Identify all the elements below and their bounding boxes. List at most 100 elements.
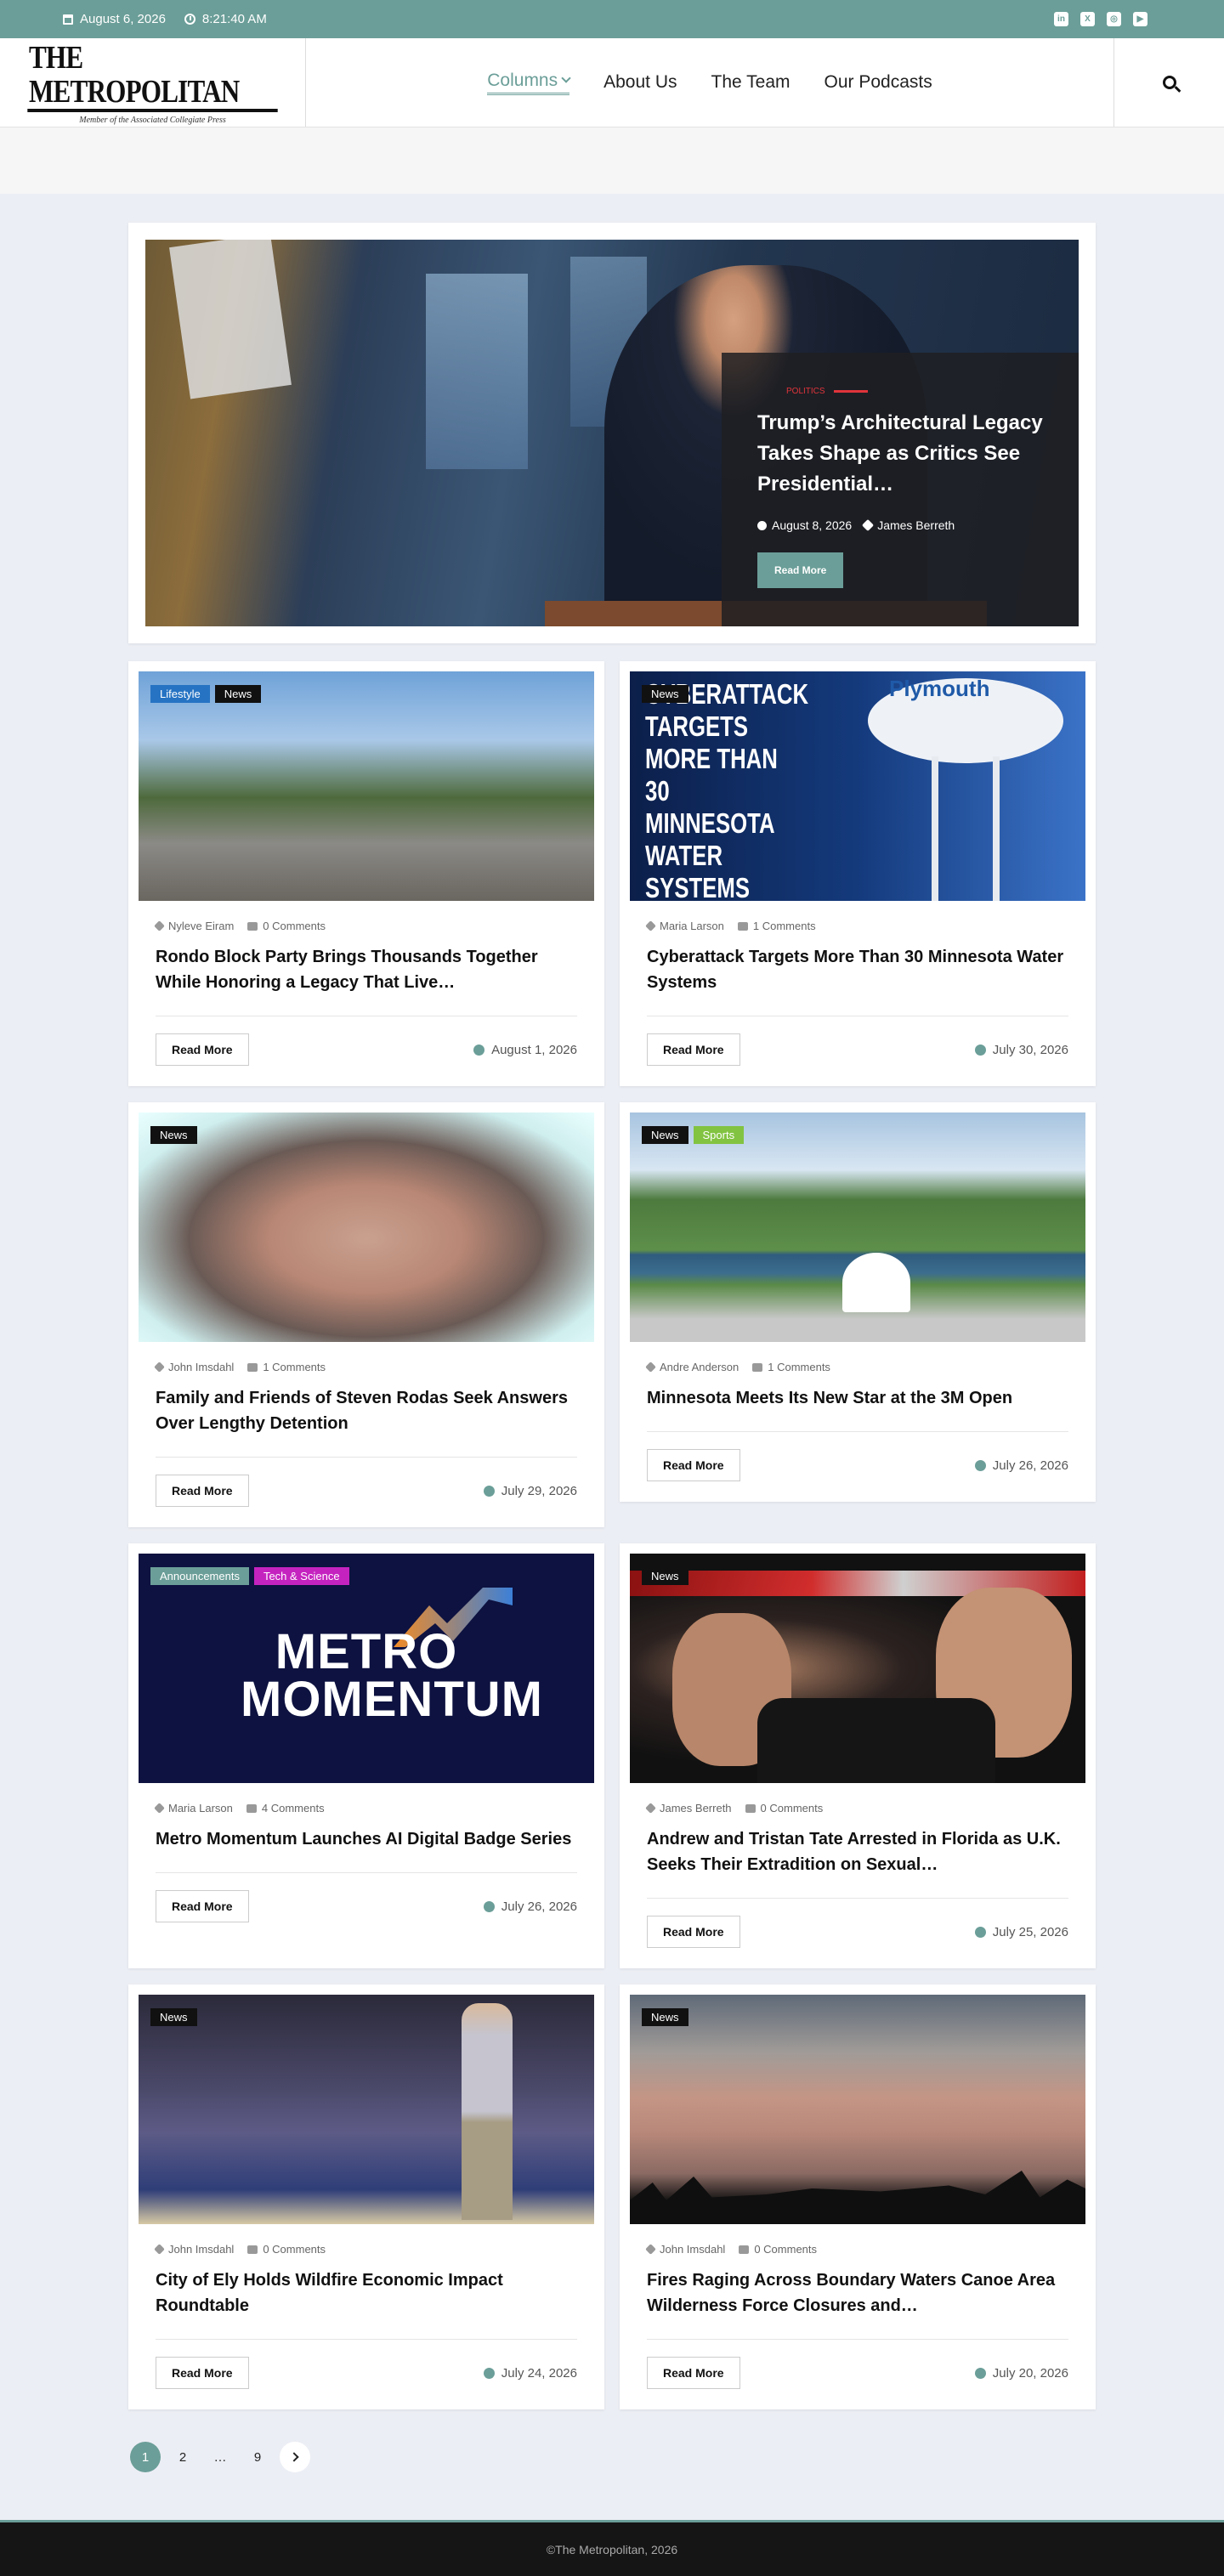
clock-icon <box>184 14 196 25</box>
logo-subtitle: Member of the Associated Collegiate Pres… <box>79 115 226 125</box>
post-comments[interactable]: 0 Comments <box>263 920 326 932</box>
category-badge[interactable]: News <box>150 2008 197 2026</box>
tag-icon <box>862 518 875 532</box>
post-author[interactable]: John Imsdahl <box>168 1361 234 1373</box>
comment-icon <box>745 1803 756 1813</box>
chevron-right-icon <box>288 2452 299 2462</box>
site-footer: ©The Metropolitan, 2026 <box>0 2520 1224 2576</box>
post-image[interactable]: News <box>630 1995 1085 2224</box>
post-card: Lifestyle News Nyleve Eiram 0 Comments Ro… <box>128 661 604 1086</box>
post-image[interactable]: Lifestyle News <box>139 671 594 901</box>
post-title[interactable]: Cyberattack Targets More Than 30 Minneso… <box>647 944 1068 995</box>
nav-columns[interactable]: Columns <box>487 71 571 95</box>
read-more-button[interactable]: Read More <box>647 1916 740 1948</box>
post-comments[interactable]: 4 Comments <box>262 1802 325 1815</box>
tag-icon <box>645 2244 656 2255</box>
post-title[interactable]: Fires Raging Across Boundary Waters Cano… <box>647 2267 1068 2318</box>
nav-about-us[interactable]: About Us <box>604 72 677 93</box>
post-comments[interactable]: 0 Comments <box>754 2243 817 2256</box>
page-link[interactable]: 2 <box>167 2442 198 2472</box>
post-image[interactable]: METRO MOMENTUM Announcements Tech & Scienc… <box>139 1554 594 1783</box>
post-title[interactable]: Minnesota Meets Its New Star at the 3M O… <box>647 1385 1068 1411</box>
post-image[interactable]: News <box>139 1112 594 1342</box>
post-comments[interactable]: 0 Comments <box>263 2243 326 2256</box>
next-page-button[interactable] <box>280 2442 310 2472</box>
post-meta: James Berreth 0 Comments <box>645 1802 1068 1815</box>
post-image[interactable]: News <box>139 1995 594 2224</box>
comment-icon <box>247 1362 258 1372</box>
logo-title: THE METROPOLITAN <box>27 41 278 112</box>
category-badge[interactable]: News <box>214 685 262 703</box>
read-more-button[interactable]: Read More <box>156 2357 249 2389</box>
category-badge[interactable]: News <box>642 2008 688 2026</box>
post-card: News Sports Andre Anderson 1 Comments Min… <box>620 1102 1096 1502</box>
featured-author[interactable]: James Berreth <box>877 518 955 532</box>
post-author[interactable]: James Berreth <box>660 1802 732 1815</box>
post-author[interactable]: Maria Larson <box>168 1802 233 1815</box>
featured-image[interactable]: POLITICS Trump’s Architectural Legacy Ta… <box>145 240 1079 626</box>
post-title[interactable]: Andrew and Tristan Tate Arrested in Flor… <box>647 1826 1068 1877</box>
tag-icon <box>154 920 165 931</box>
nav-our-podcasts[interactable]: Our Podcasts <box>824 72 932 93</box>
linkedin-icon[interactable]: in <box>1054 12 1068 26</box>
post-meta: John Imsdahl 1 Comments <box>154 1361 577 1373</box>
site-logo[interactable]: THE METROPOLITAN Member of the Associate… <box>0 38 306 127</box>
post-meta: Maria Larson 4 Comments <box>154 1802 577 1815</box>
post-card: METRO MOMENTUM Announcements Tech & Scienc… <box>128 1543 604 1968</box>
post-title[interactable]: Family and Friends of Steven Rodas Seek … <box>156 1385 577 1436</box>
post-comments[interactable]: 0 Comments <box>761 1802 824 1815</box>
post-author[interactable]: Maria Larson <box>660 920 724 932</box>
post-title[interactable]: City of Ely Holds Wildfire Economic Impa… <box>156 2267 577 2318</box>
category-badge[interactable]: News <box>642 685 688 703</box>
category-badge[interactable]: News <box>642 1567 688 1585</box>
site-header: THE METROPOLITAN Member of the Associate… <box>0 38 1224 127</box>
x-icon[interactable]: X <box>1080 12 1095 26</box>
tag-icon <box>154 2244 165 2255</box>
read-more-button[interactable]: Read More <box>156 1475 249 1507</box>
post-author[interactable]: John Imsdahl <box>168 2243 234 2256</box>
featured-read-more-button[interactable]: Read More <box>757 552 844 588</box>
post-image[interactable]: News Sports <box>630 1112 1085 1342</box>
post-date: August 1, 2026 <box>473 1043 577 1057</box>
post-meta: Andre Anderson 1 Comments <box>645 1361 1068 1373</box>
category-badge[interactable]: News <box>642 1126 688 1144</box>
category-badges: Lifestyle News <box>150 685 262 703</box>
post-title[interactable]: Metro Momentum Launches AI Digital Badge… <box>156 1826 577 1852</box>
instagram-icon[interactable]: ◎ <box>1107 12 1121 26</box>
post-author[interactable]: John Imsdahl <box>660 2243 725 2256</box>
category-badge[interactable]: Announcements <box>150 1567 249 1585</box>
read-more-button[interactable]: Read More <box>156 1033 249 1066</box>
post-author[interactable]: Nyleve Eiram <box>168 920 234 932</box>
category-badge[interactable]: News <box>150 1126 197 1144</box>
read-more-button[interactable]: Read More <box>647 1033 740 1066</box>
tag-icon <box>645 1362 656 1373</box>
nav-the-team[interactable]: The Team <box>711 72 790 93</box>
post-comments[interactable]: 1 Comments <box>753 920 816 932</box>
category-badge[interactable]: Sports <box>693 1126 745 1144</box>
post-meta: John Imsdahl 0 Comments <box>645 2243 1068 2256</box>
comment-icon <box>246 1803 257 1813</box>
post-date: July 30, 2026 <box>974 1043 1068 1057</box>
page-link[interactable]: 9 <box>242 2442 273 2472</box>
post-comments[interactable]: 1 Comments <box>263 1361 326 1373</box>
featured-category[interactable]: POLITICS <box>786 387 1043 396</box>
post-author[interactable]: Andre Anderson <box>660 1361 739 1373</box>
category-badge[interactable]: Tech & Science <box>253 1567 349 1585</box>
post-title[interactable]: Rondo Block Party Brings Thousands Toget… <box>156 944 577 995</box>
search-button[interactable] <box>1114 38 1224 127</box>
category-badges: News <box>150 1126 197 1144</box>
youtube-icon[interactable]: ▶ <box>1133 12 1148 26</box>
post-image[interactable]: News <box>630 1554 1085 1783</box>
page-current[interactable]: 1 <box>130 2442 161 2472</box>
read-more-button[interactable]: Read More <box>647 1449 740 1481</box>
read-more-button[interactable]: Read More <box>647 2357 740 2389</box>
category-badge[interactable]: Lifestyle <box>150 685 210 703</box>
post-image[interactable]: Plymouth CYBERATTACK TARGETS MORE THAN 30… <box>630 671 1085 901</box>
featured-title[interactable]: Trump’s Architectural Legacy Takes Shape… <box>757 408 1043 500</box>
post-comments[interactable]: 1 Comments <box>768 1361 830 1373</box>
clock-icon <box>483 2367 495 2379</box>
category-badges: News <box>642 1567 688 1585</box>
read-more-button[interactable]: Read More <box>156 1890 249 1922</box>
post-date: July 26, 2026 <box>974 1458 1068 1473</box>
time-display: 8:21:40 AM <box>184 12 267 26</box>
